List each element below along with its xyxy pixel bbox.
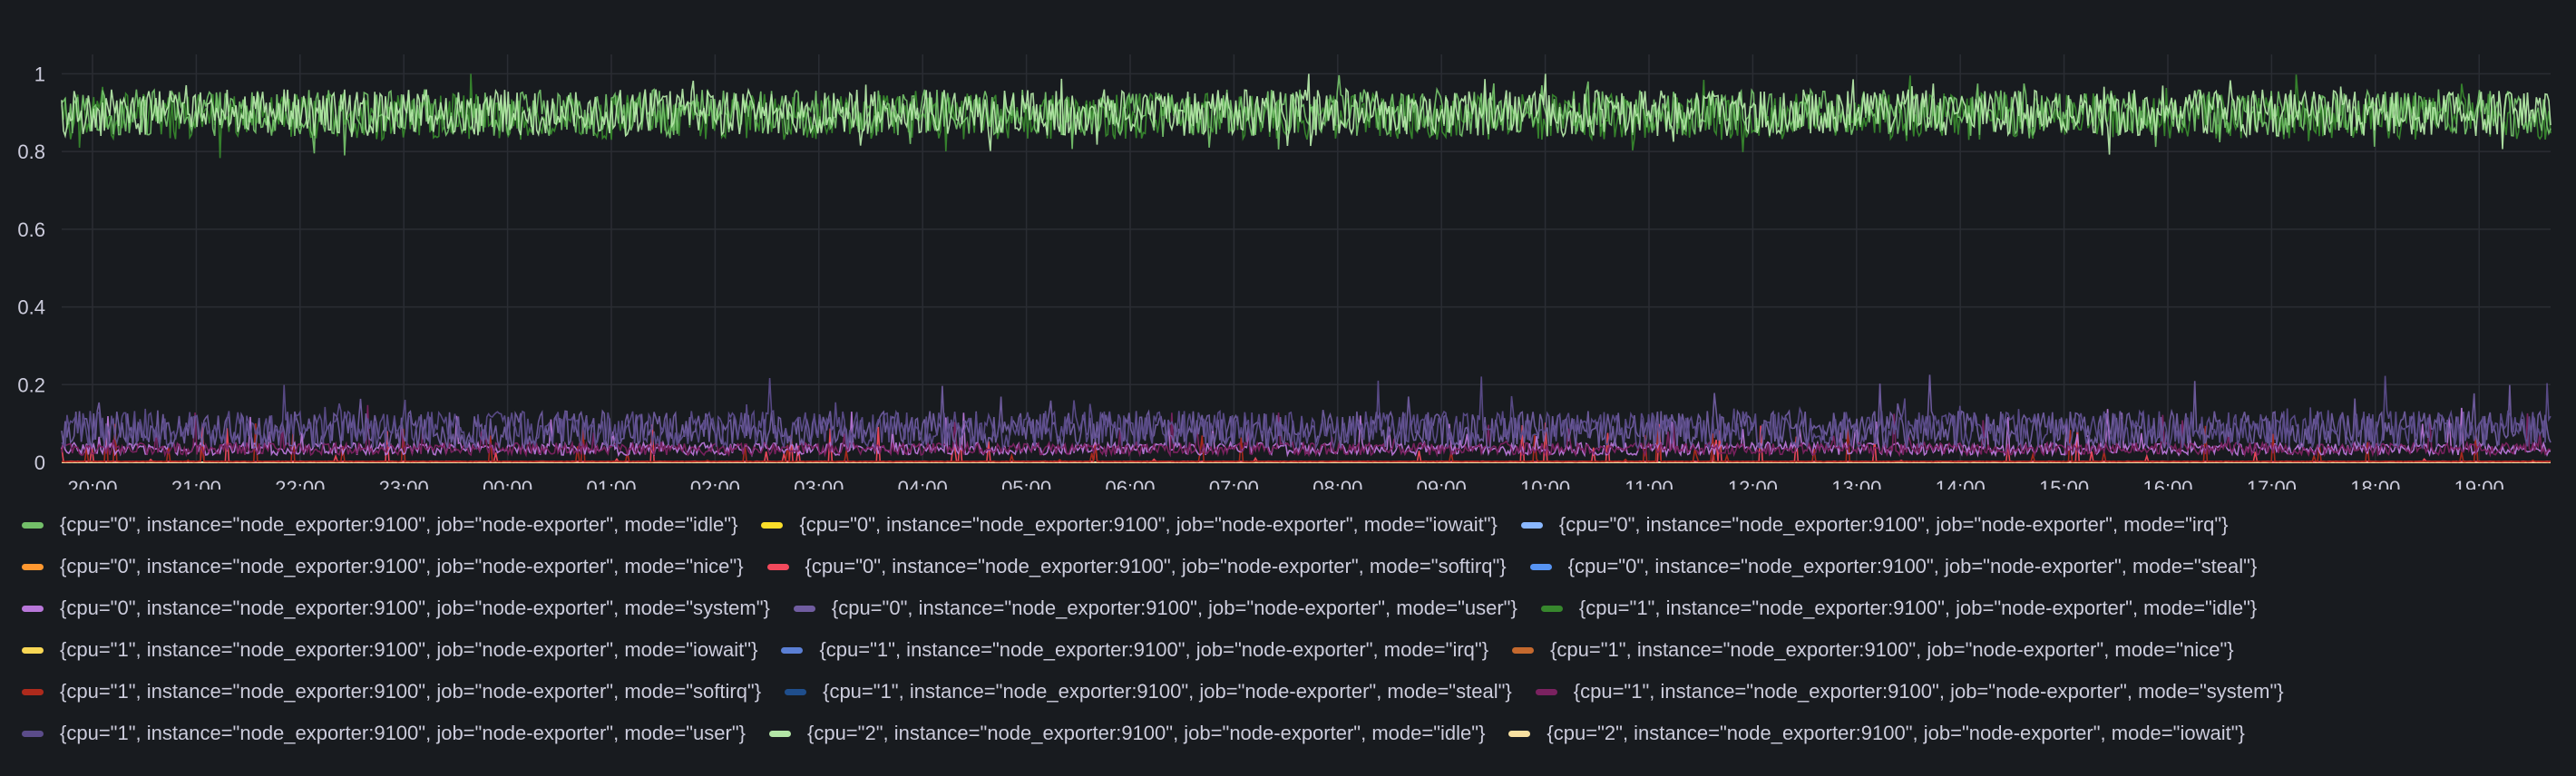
legend-swatch: [768, 730, 791, 737]
x-tick-label: 10:00: [1520, 477, 1570, 490]
y-tick-label: 0.4: [17, 296, 45, 319]
legend-swatch: [22, 563, 44, 570]
x-tick-label: 12:00: [1728, 477, 1778, 490]
legend-label: {cpu="1", instance="node_exporter:9100",…: [1573, 680, 2284, 703]
legend-row: {cpu="0", instance="node_exporter:9100",…: [22, 587, 2561, 629]
legend-label: {cpu="0", instance="node_exporter:9100",…: [805, 555, 1507, 577]
legend-label: {cpu="0", instance="node_exporter:9100",…: [60, 555, 744, 577]
legend-swatch: [22, 605, 44, 612]
x-tick-label: 03:00: [794, 477, 844, 490]
legend-item[interactable]: {cpu="1", instance="node_exporter:9100",…: [22, 680, 761, 703]
series-line: [61, 375, 2552, 451]
legend-swatch: [1535, 688, 1557, 695]
legend-swatch: [22, 521, 44, 529]
legend-swatch: [22, 688, 44, 695]
legend-item[interactable]: {cpu="1", instance="node_exporter:9100",…: [22, 722, 746, 745]
x-tick-label: 16:00: [2142, 477, 2192, 490]
legend-label: {cpu="0", instance="node_exporter:9100",…: [831, 597, 1517, 619]
legend-item[interactable]: {cpu="0", instance="node_exporter:9100",…: [22, 513, 737, 537]
legend-item[interactable]: {cpu="1", instance="node_exporter:9100",…: [1535, 680, 2284, 703]
legend-swatch: [1508, 730, 1531, 737]
legend-row: {cpu="0", instance="node_exporter:9100",…: [22, 546, 2561, 587]
x-tick-label: 00:00: [483, 477, 532, 490]
legend-row: {cpu="1", instance="node_exporter:9100",…: [22, 629, 2561, 671]
legend-swatch: [793, 605, 815, 612]
x-tick-label: 09:00: [1417, 477, 1467, 490]
legend-swatch: [761, 521, 784, 529]
x-tick-label: 08:00: [1312, 477, 1362, 490]
x-tick-label: 22:00: [275, 477, 325, 490]
x-tick-label: 19:00: [2454, 477, 2504, 490]
x-tick-label: 11:00: [1625, 477, 1673, 490]
x-tick-label: 20:00: [67, 477, 117, 490]
legend-item[interactable]: {cpu="0", instance="node_exporter:9100",…: [766, 555, 1507, 578]
legend-label: {cpu="1", instance="node_exporter:9100",…: [1550, 638, 2234, 661]
y-tick-label: 0: [34, 451, 45, 474]
legend-item[interactable]: {cpu="1", instance="node_exporter:9100",…: [785, 680, 1512, 703]
x-axis: 20:00 21:00 22:00 23:00 00:00 01:00 02:00 03:00…: [67, 477, 2503, 490]
legend-label: {cpu="1", instance="node_exporter:9100",…: [60, 680, 762, 703]
legend: {cpu="0", instance="node_exporter:9100",…: [22, 504, 2561, 754]
x-tick-label: 21:00: [171, 477, 221, 490]
x-tick-label: 01:00: [586, 477, 636, 490]
legend-row: {cpu="1", instance="node_exporter:9100",…: [22, 671, 2561, 713]
x-tick-label: 06:00: [1105, 477, 1155, 490]
legend-item[interactable]: {cpu="0", instance="node_exporter:9100",…: [22, 555, 744, 578]
legend-label: {cpu="1", instance="node_exporter:9100",…: [60, 722, 746, 744]
x-tick-label: 07:00: [1209, 477, 1259, 490]
legend-label: {cpu="1", instance="node_exporter:9100",…: [819, 638, 1489, 661]
y-tick-label: 0.6: [17, 218, 45, 241]
legend-swatch: [785, 688, 807, 695]
y-axis: 0 0.2 0.4 0.6 0.8 1: [17, 63, 45, 474]
x-tick-label: 04:00: [898, 477, 948, 490]
series-lines: [61, 73, 2552, 463]
legend-item[interactable]: {cpu="1", instance="node_exporter:9100",…: [1540, 597, 2258, 620]
y-tick-label: 0.2: [17, 373, 45, 396]
legend-label: {cpu="0", instance="node_exporter:9100",…: [1567, 555, 2258, 577]
y-tick-label: 0.8: [17, 141, 45, 163]
legend-swatch: [781, 646, 804, 654]
legend-label: {cpu="1", instance="node_exporter:9100",…: [823, 680, 1512, 703]
legend-item[interactable]: {cpu="0", instance="node_exporter:9100",…: [793, 597, 1517, 620]
legend-swatch: [1520, 521, 1543, 529]
x-tick-label: 18:00: [2350, 477, 2400, 490]
legend-swatch: [766, 563, 789, 570]
legend-label: {cpu="1", instance="node_exporter:9100",…: [1578, 597, 2258, 619]
x-tick-label: 23:00: [379, 477, 429, 490]
legend-item[interactable]: {cpu="0", instance="node_exporter:9100",…: [1529, 555, 2258, 578]
timeseries-panel: 0 0.2 0.4 0.6 0.8 1 20:00 21:00 22:00 23:00 00:00…: [0, 0, 2576, 776]
legend-row: {cpu="0", instance="node_exporter:9100",…: [22, 504, 2561, 546]
legend-label: {cpu="0", instance="node_exporter:9100",…: [799, 513, 1498, 536]
legend-label: {cpu="0", instance="node_exporter:9100",…: [1558, 513, 2229, 536]
x-tick-label: 05:00: [1001, 477, 1051, 490]
legend-item[interactable]: {cpu="1", instance="node_exporter:9100",…: [1512, 638, 2234, 662]
legend-label: {cpu="0", instance="node_exporter:9100",…: [60, 513, 738, 536]
legend-swatch: [1540, 605, 1563, 612]
legend-row: {cpu="1", instance="node_exporter:9100",…: [22, 713, 2561, 754]
legend-swatch: [22, 730, 44, 737]
x-tick-label: 13:00: [1831, 477, 1881, 490]
x-tick-label: 02:00: [690, 477, 740, 490]
legend-swatch: [22, 646, 44, 654]
legend-label: {cpu="1", instance="node_exporter:9100",…: [60, 638, 758, 661]
legend-swatch: [1512, 646, 1535, 654]
legend-item[interactable]: {cpu="2", instance="node_exporter:9100",…: [1508, 722, 2245, 745]
legend-item[interactable]: {cpu="1", instance="node_exporter:9100",…: [781, 638, 1488, 662]
x-tick-label: 17:00: [2247, 477, 2297, 490]
y-tick-label: 1: [34, 63, 45, 85]
legend-label: {cpu="0", instance="node_exporter:9100",…: [60, 597, 770, 619]
legend-item[interactable]: {cpu="1", instance="node_exporter:9100",…: [22, 638, 757, 662]
legend-item[interactable]: {cpu="0", instance="node_exporter:9100",…: [1520, 513, 2229, 537]
legend-item[interactable]: {cpu="2", instance="node_exporter:9100",…: [768, 722, 1486, 745]
cpu-usage-chart: 0 0.2 0.4 0.6 0.8 1 20:00 21:00 22:00 23:00 00:00…: [17, 54, 2552, 490]
legend-label: {cpu="2", instance="node_exporter:9100",…: [1547, 722, 2245, 744]
legend-label: {cpu="2", instance="node_exporter:9100",…: [806, 722, 1486, 744]
x-tick-label: 14:00: [1936, 477, 1986, 490]
legend-item[interactable]: {cpu="0", instance="node_exporter:9100",…: [761, 513, 1498, 537]
legend-item[interactable]: {cpu="0", instance="node_exporter:9100",…: [22, 597, 770, 620]
legend-swatch: [1529, 563, 1552, 570]
x-tick-label: 15:00: [2039, 477, 2089, 490]
